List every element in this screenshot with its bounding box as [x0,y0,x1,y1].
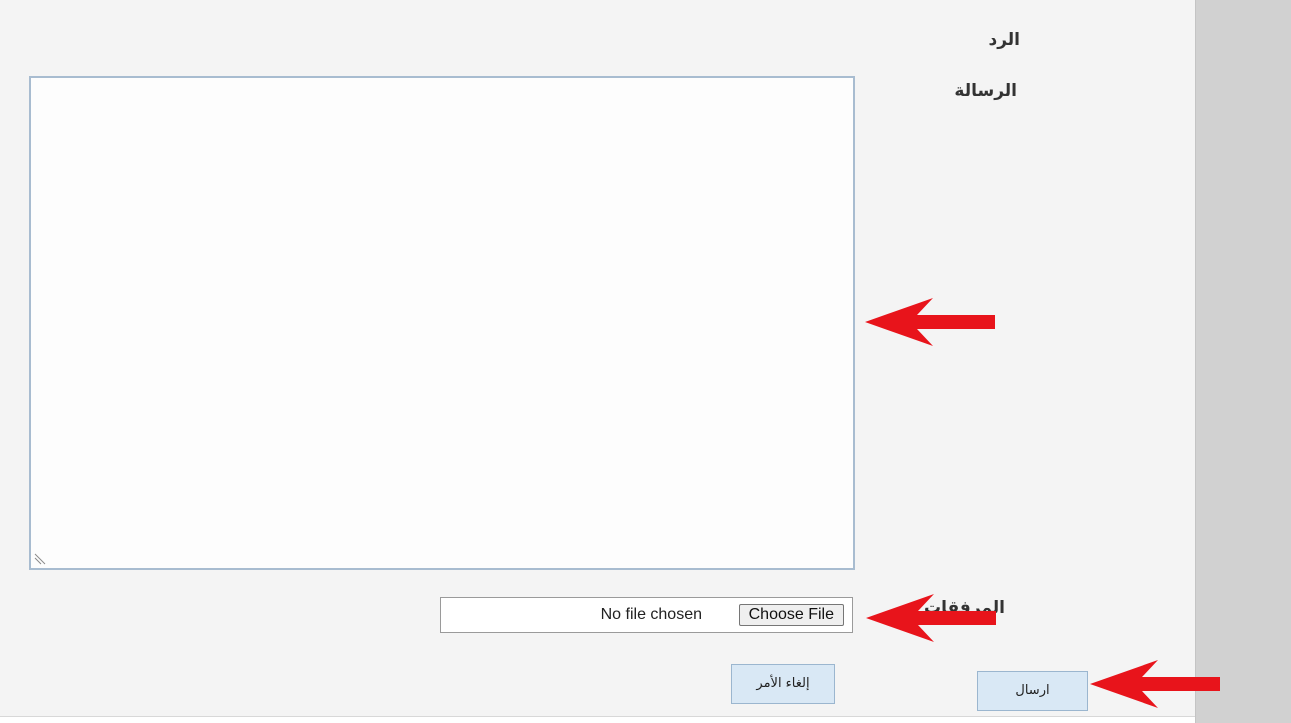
send-button[interactable]: ارسال [977,671,1088,711]
choose-file-button[interactable]: Choose File [738,604,844,626]
reply-page: الرد الرسالة المرفقات Choose File No fil… [0,0,1291,723]
resize-grip-icon[interactable] [34,551,48,565]
side-bar [1195,0,1291,723]
annotation-arrow-icon [865,298,995,346]
cancel-button[interactable]: إلغاء الأمر [731,664,835,704]
message-textarea[interactable] [29,76,855,570]
annotation-arrow-icon [866,594,996,642]
section-title: الرد [988,30,1020,50]
file-status-text: No file chosen [600,606,702,623]
file-input[interactable]: Choose File No file chosen [440,597,853,633]
message-label: الرسالة [954,81,1017,101]
reply-panel: الرد الرسالة المرفقات Choose File No fil… [0,0,1195,717]
annotation-arrow-icon [1090,660,1220,708]
